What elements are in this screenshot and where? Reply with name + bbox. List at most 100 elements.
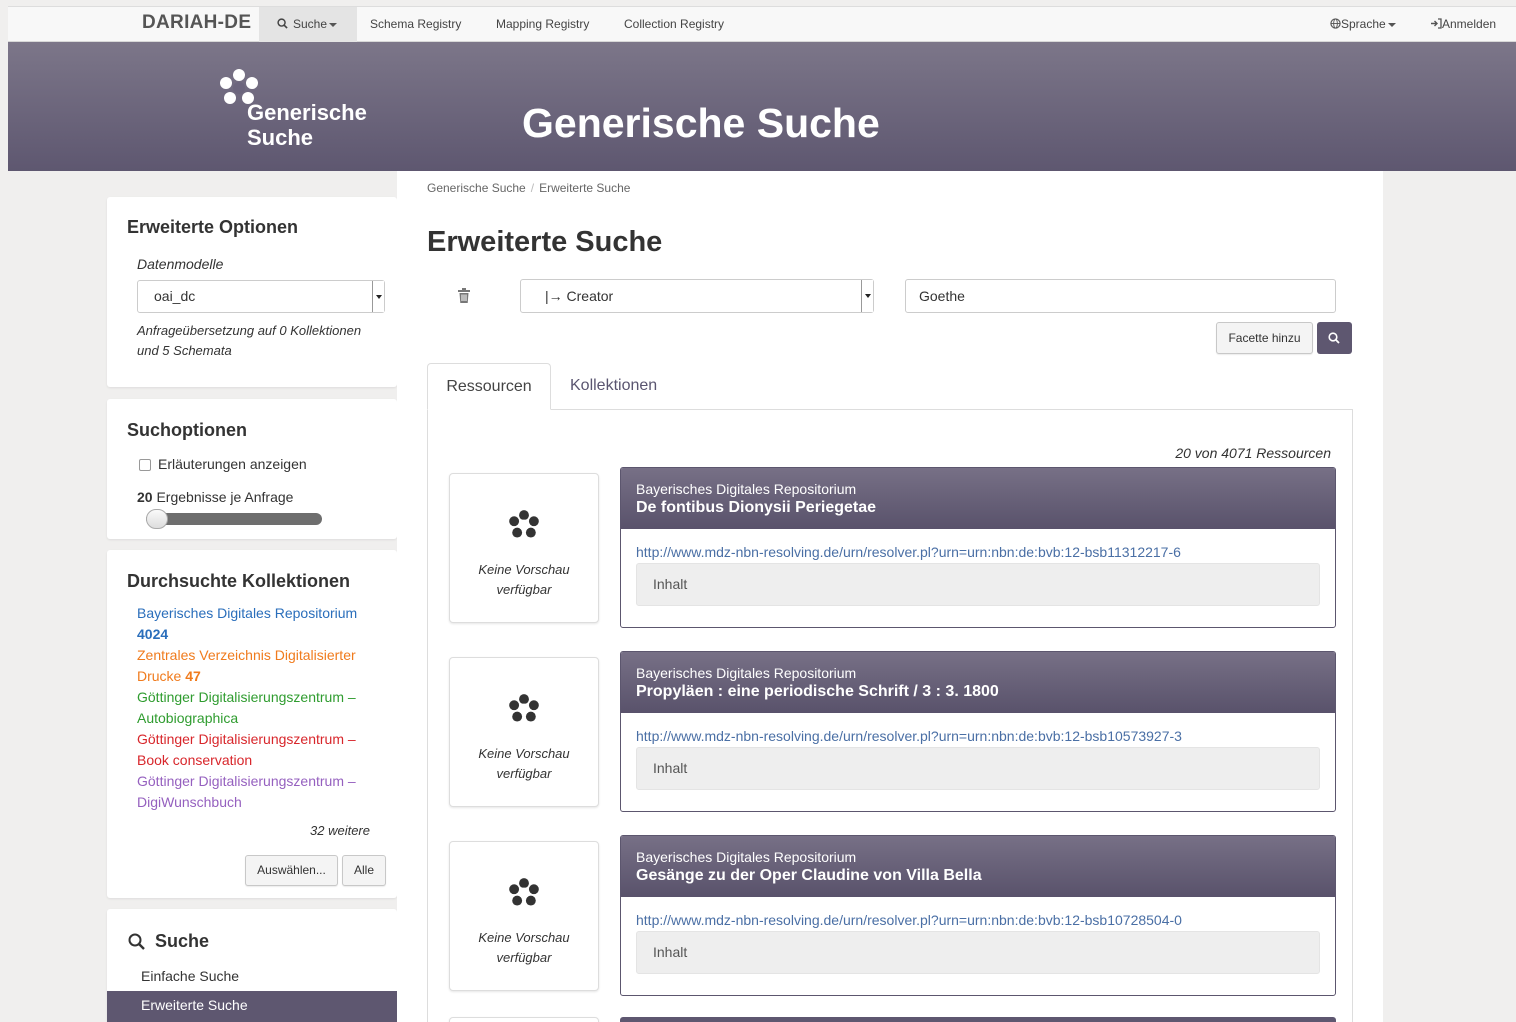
collection-item[interactable]: Göttinger Digitalisierungszentrum – DigiW… <box>137 771 377 813</box>
collection-item[interactable]: Göttinger Digitalisierungszentrum – Book … <box>137 729 377 771</box>
collection-name-cont: Autobiographica <box>137 710 239 726</box>
logo-text: Generische Suche <box>247 100 367 150</box>
login-icon <box>1431 18 1442 29</box>
result-url[interactable]: http://www.mdz-nbn-resolving.de/urn/reso… <box>636 912 1182 928</box>
result-content-toggle[interactable]: Inhalt <box>636 931 1320 974</box>
search-options-panel: Suchoptionen Erläuterungen anzeigen 20 E… <box>107 399 397 539</box>
logo-text-line2: Suche <box>247 125 314 150</box>
collection-name: Göttinger Digitalisierungszentrum – <box>137 731 356 747</box>
result-card: Bayerisches Digitales Repositorium Gesän… <box>620 835 1336 996</box>
no-preview-line1: Keine Vorschau <box>478 746 570 761</box>
results-slider-handle[interactable] <box>146 509 168 529</box>
explanations-label: Erläuterungen anzeigen <box>158 456 307 472</box>
search-nav-heading: Suche <box>155 931 210 951</box>
query-value-input[interactable]: Goethe <box>905 279 1336 313</box>
advanced-options-panel: Erweiterte Optionen Datenmodelle oai_dc … <box>107 197 397 387</box>
collection-name-cont: Book conservation <box>137 752 253 768</box>
explanations-checkbox[interactable] <box>139 459 151 471</box>
all-collections-button[interactable]: Alle <box>342 855 386 886</box>
data-models-label: Datenmodelle <box>137 256 224 272</box>
no-preview-line1: Keine Vorschau <box>478 562 570 577</box>
results-per-query-count: 20 <box>137 489 153 505</box>
query-translation-note-line1: Anfrageübersetzung auf 0 Kollektionen <box>137 323 362 338</box>
nav-schema-registry[interactable]: Schema Registry <box>370 7 461 42</box>
searched-collections-panel: Durchsuchte Kollektionen Bayerisches Dig… <box>107 550 397 898</box>
login-label: Anmelden <box>1442 17 1497 31</box>
no-preview-icon <box>509 878 539 906</box>
result-header: Bayerisches Digitales Repositorium Gesän… <box>621 836 1335 897</box>
search-icon <box>128 933 145 950</box>
collection-count: 47 <box>185 668 201 684</box>
collection-item[interactable]: Göttinger Digitalisierungszentrum – Autob… <box>137 687 377 729</box>
results-per-query-label: Ergebnisse je Anfrage <box>156 489 294 505</box>
nav-collection-registry[interactable]: Collection Registry <box>624 7 724 42</box>
data-model-select[interactable]: oai_dc <box>137 280 385 313</box>
result-title[interactable]: Gesänge zu der Oper Claudine von Villa B… <box>636 867 982 885</box>
header-banner: Generische Suche Generische Suche <box>8 42 1516 171</box>
result-thumbnail: Keine Vorschau verfügbar <box>449 841 599 991</box>
no-preview-line2: verfügbar <box>496 950 552 965</box>
search-nav-panel: Suche Einfache Suche Erweiterte Suche <box>107 909 397 1022</box>
brand-link[interactable]: DARIAH-DE <box>142 12 251 34</box>
top-navbar: DARIAH-DE Suche Schema Registry Mapping … <box>8 6 1516 42</box>
collection-item[interactable]: Zentrales Verzeichnis Digitalisierter Dru… <box>137 645 377 687</box>
tab-collections[interactable]: Kollektionen <box>570 363 657 410</box>
result-card-partial <box>620 1017 1336 1022</box>
breadcrumb-current: Erweiterte Suche <box>539 181 631 195</box>
result-thumbnail: Keine Vorschau verfügbar <box>449 657 599 807</box>
result-card: Bayerisches Digitales Repositorium Propy… <box>620 651 1336 812</box>
collection-count: 4024 <box>137 626 169 642</box>
result-url[interactable]: http://www.mdz-nbn-resolving.de/urn/reso… <box>636 544 1181 560</box>
no-preview-text: Keine Vorschau verfügbar <box>450 744 598 784</box>
search-submit-button[interactable] <box>1317 322 1352 354</box>
advanced-search-link[interactable]: Erweiterte Suche <box>107 991 397 1022</box>
search-icon <box>277 18 288 29</box>
login-link[interactable]: Anmelden <box>1430 7 1496 42</box>
chevron-down-icon <box>1387 22 1396 27</box>
no-preview-text: Keine Vorschau verfügbar <box>450 928 598 968</box>
page-title: Erweiterte Suche <box>427 226 663 258</box>
chevron-down-icon <box>329 22 338 27</box>
query-translation-note: Anfrageübersetzung auf 0 Kollektionen un… <box>137 321 361 361</box>
result-title[interactable]: Propyläen : eine periodische Schrift / 3… <box>636 683 999 701</box>
advanced-options-heading: Erweiterte Optionen <box>127 217 299 237</box>
results-summary: 20 von 4071 Ressourcen <box>1175 445 1331 461</box>
result-header: Bayerisches Digitales Repositorium Propy… <box>621 652 1335 713</box>
chevron-down-icon <box>372 281 384 312</box>
result-content-toggle[interactable]: Inhalt <box>636 563 1320 606</box>
result-thumbnail <box>449 1017 599 1022</box>
tab-resources[interactable]: Ressourcen <box>427 363 551 410</box>
searched-collections-heading: Durchsuchte Kollektionen <box>127 571 351 591</box>
query-translation-note-line2: und 5 Schemata <box>137 343 232 358</box>
trash-icon[interactable] <box>458 288 470 303</box>
result-url[interactable]: http://www.mdz-nbn-resolving.de/urn/reso… <box>636 728 1182 744</box>
result-content-toggle[interactable]: Inhalt <box>636 747 1320 790</box>
main-content: Generische Suche / Erweiterte Suche Erweit… <box>397 171 1383 1022</box>
result-repository: Bayerisches Digitales Repositorium <box>636 849 857 865</box>
search-options-heading: Suchoptionen <box>127 420 247 440</box>
banner-title: Generische Suche <box>522 100 880 146</box>
result-repository: Bayerisches Digitales Repositorium <box>636 481 857 497</box>
result-repository: Bayerisches Digitales Repositorium <box>636 665 857 681</box>
result-title[interactable]: De fontibus Dionysii Periegetae <box>636 499 876 517</box>
query-field-value: |→ Creator <box>545 288 614 304</box>
nav-search-dropdown[interactable]: Suche <box>259 7 357 42</box>
select-collections-button[interactable]: Auswählen... <box>245 855 338 886</box>
simple-search-link[interactable]: Einfache Suche <box>141 968 239 984</box>
results-per-query: 20 Ergebnisse je Anfrage <box>137 489 293 505</box>
language-label: Sprache <box>1341 17 1386 31</box>
results-slider-track[interactable] <box>146 513 322 525</box>
collection-name: Bayerisches Digitales Repositorium <box>137 605 358 621</box>
chevron-down-icon <box>861 280 873 312</box>
nav-search-label: Suche <box>293 17 328 31</box>
collection-item[interactable]: Bayerisches Digitales Repositorium 4024 <box>137 603 377 645</box>
nav-mapping-registry[interactable]: Mapping Registry <box>496 7 589 42</box>
add-facet-button[interactable]: Facette hinzu <box>1216 322 1313 354</box>
collection-name-cont: Drucke <box>137 668 182 684</box>
language-dropdown[interactable]: Sprache <box>1330 7 1396 42</box>
result-card: Bayerisches Digitales Repositorium De fo… <box>620 467 1336 628</box>
collection-name-cont: DigiWunschbuch <box>137 794 242 810</box>
query-field-select[interactable]: |→ Creator <box>520 279 874 313</box>
breadcrumb-root[interactable]: Generische Suche <box>427 181 526 195</box>
collection-name: Göttinger Digitalisierungszentrum – <box>137 689 356 705</box>
